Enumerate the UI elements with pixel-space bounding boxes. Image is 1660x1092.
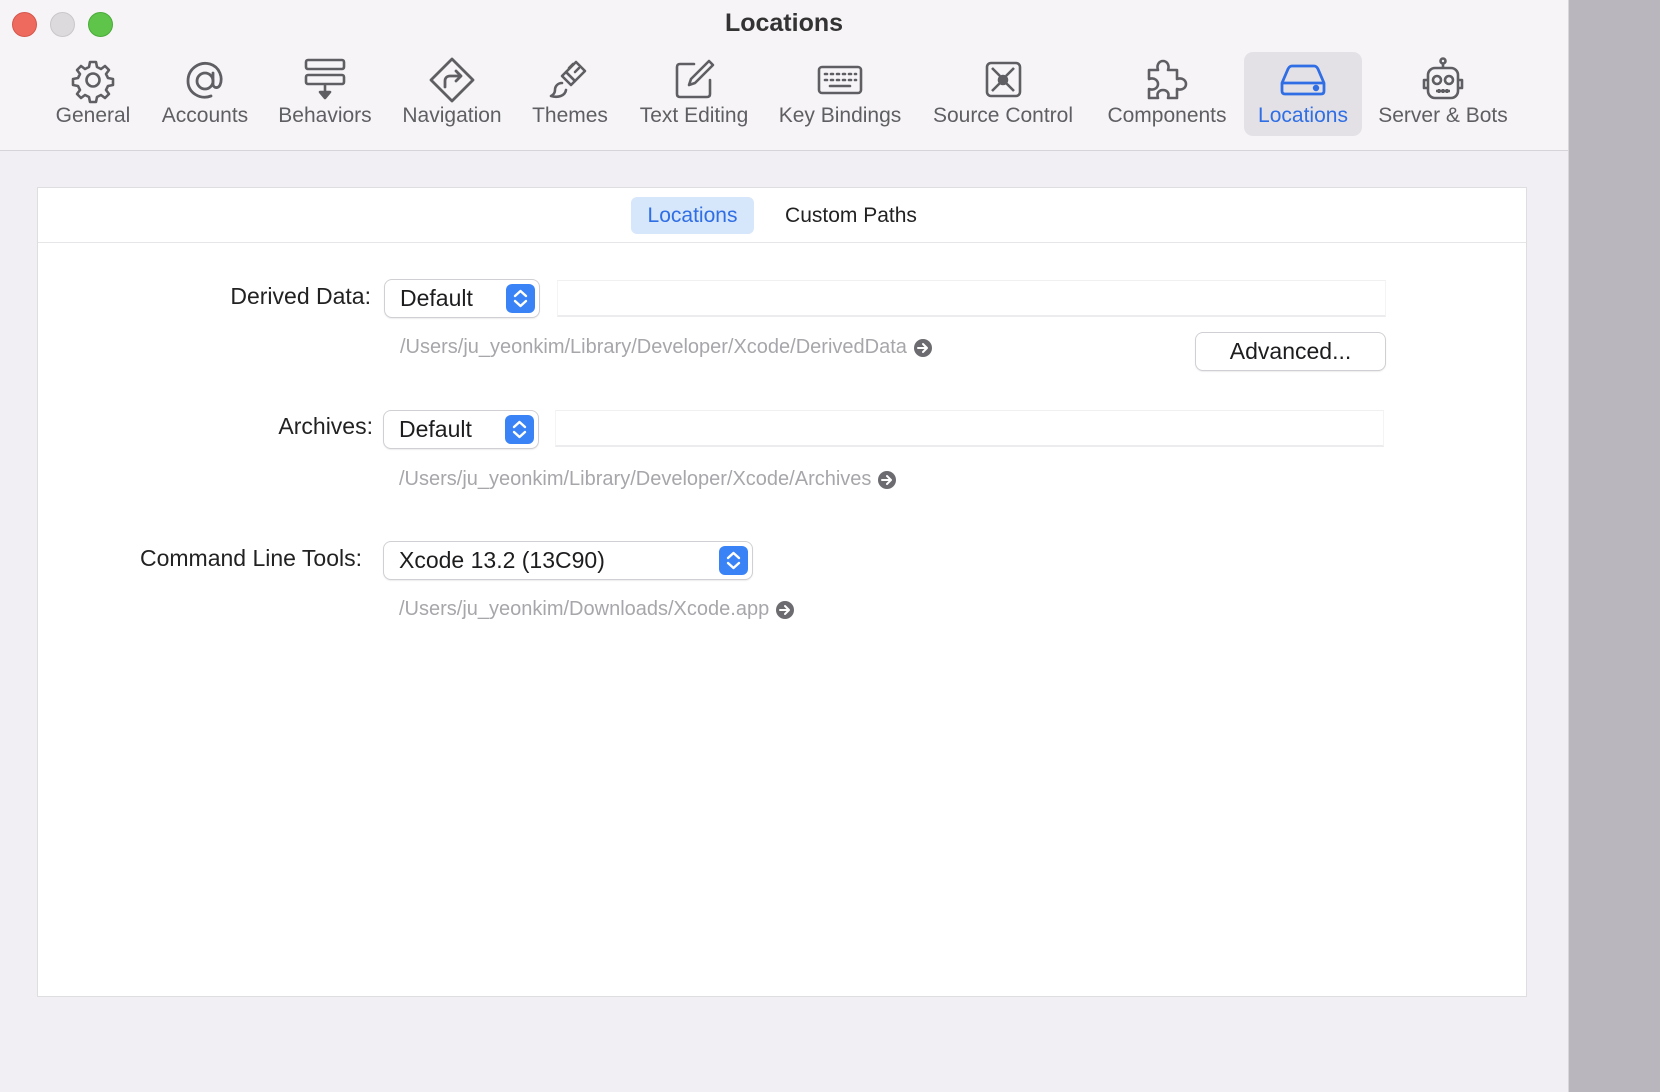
- tab-bar: Locations Custom Paths: [38, 188, 1526, 243]
- tab-custom-paths[interactable]: Custom Paths: [771, 197, 931, 234]
- toolbar-item-label: General: [55, 104, 131, 127]
- toolbar-item-key-bindings[interactable]: Key Bindings: [772, 52, 908, 136]
- toolbar-item-accounts[interactable]: Accounts: [152, 52, 258, 136]
- toolbar-item-general[interactable]: General: [46, 52, 140, 136]
- preferences-window: Locations General Accounts Behaviors Nav…: [0, 0, 1569, 1092]
- robot-icon: [1422, 57, 1464, 100]
- popup-arrows-icon: [506, 284, 535, 313]
- gear-icon: [71, 60, 115, 104]
- paintbrush-icon: [549, 60, 587, 99]
- toolbar-item-label: Accounts: [161, 104, 249, 127]
- preferences-toolbar: Locations General Accounts Behaviors Nav…: [0, 0, 1568, 151]
- toolbar-item-label: Key Bindings: [778, 104, 902, 127]
- derived-data-path-text: /Users/ju_yeonkim/Library/Developer/Xcod…: [400, 336, 907, 358]
- reveal-in-finder-icon[interactable]: [877, 470, 897, 490]
- command-line-tools-path: /Users/ju_yeonkim/Downloads/Xcode.app: [399, 596, 795, 622]
- reveal-in-finder-icon[interactable]: [775, 600, 795, 620]
- archives-path-text: /Users/ju_yeonkim/Library/Developer/Xcod…: [399, 468, 872, 490]
- toolbar-item-label: Navigation: [402, 104, 502, 127]
- derived-data-path: /Users/ju_yeonkim/Library/Developer/Xcod…: [400, 334, 933, 360]
- toolbar-item-behaviors[interactable]: Behaviors: [270, 52, 380, 136]
- source-control-icon: [985, 61, 1022, 98]
- behaviors-icon: [304, 58, 346, 100]
- toolbar-item-label: Source Control: [932, 104, 1074, 127]
- toolbar-item-label: Themes: [532, 104, 608, 127]
- derived-data-selected: Default: [400, 285, 473, 311]
- toolbar-item-label: Behaviors: [278, 104, 372, 127]
- toolbar-item-server-bots[interactable]: Server & Bots: [1370, 52, 1516, 136]
- at-sign-icon: [186, 61, 223, 99]
- archives-selected: Default: [399, 416, 472, 442]
- archives-popup[interactable]: Default: [384, 411, 538, 448]
- puzzle-icon: [1147, 59, 1188, 100]
- archives-custom-path-field[interactable]: [555, 410, 1384, 447]
- derived-data-custom-path-field[interactable]: [557, 280, 1386, 317]
- toolbar-item-label: Text Editing: [639, 104, 749, 127]
- reveal-in-finder-icon[interactable]: [913, 338, 933, 358]
- archives-path: /Users/ju_yeonkim/Library/Developer/Xcod…: [399, 466, 897, 492]
- advanced-button[interactable]: Advanced...: [1196, 333, 1385, 370]
- toolbar-item-navigation[interactable]: Navigation: [392, 52, 512, 136]
- toolbar-item-text-editing[interactable]: Text Editing: [628, 52, 760, 136]
- archives-label: Archives:: [278, 413, 373, 439]
- command-line-tools-selected: Xcode 13.2 (13C90): [399, 547, 605, 573]
- toolbar-item-locations[interactable]: Locations: [1244, 52, 1362, 136]
- window-title: Locations: [724, 9, 844, 37]
- locations-panel: Locations Custom Paths Derived Data: Def…: [37, 187, 1527, 997]
- command-line-tools-path-text: /Users/ju_yeonkim/Downloads/Xcode.app: [399, 598, 770, 620]
- command-line-tools-label: Command Line Tools:: [139, 545, 362, 571]
- tab-locations[interactable]: Locations: [631, 197, 754, 234]
- derived-data-popup[interactable]: Default: [385, 280, 539, 317]
- toolbar-item-components[interactable]: Components: [1098, 52, 1236, 136]
- toolbar-item-source-control[interactable]: Source Control: [920, 52, 1086, 136]
- keyboard-icon: [817, 65, 863, 95]
- toolbar-item-label: Server & Bots: [1378, 104, 1508, 127]
- navigation-sign-icon: [429, 57, 475, 103]
- popup-arrows-icon: [505, 415, 534, 444]
- drive-icon: [1280, 64, 1326, 96]
- popup-arrows-icon: [719, 546, 748, 575]
- pencil-square-icon: [675, 59, 715, 99]
- command-line-tools-popup[interactable]: Xcode 13.2 (13C90): [384, 542, 752, 579]
- toolbar-item-label: Components: [1107, 104, 1227, 127]
- toolbar-item-label: Locations: [1258, 104, 1348, 127]
- derived-data-label: Derived Data:: [230, 283, 371, 309]
- toolbar-item-themes[interactable]: Themes: [524, 52, 616, 136]
